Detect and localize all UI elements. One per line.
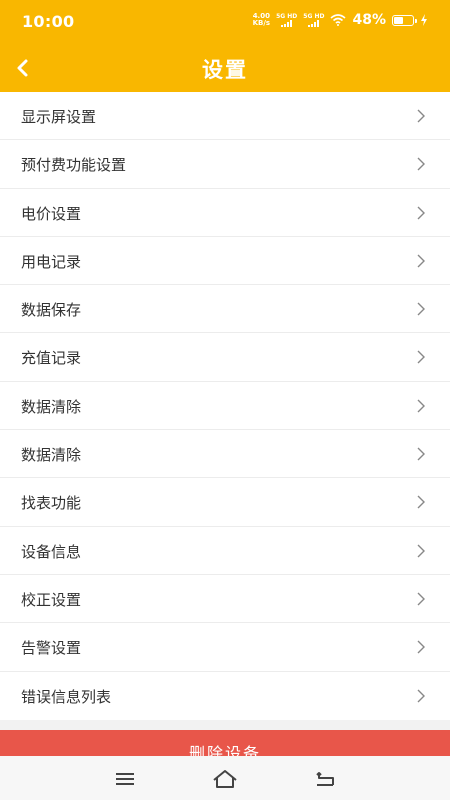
menu-button[interactable] (110, 766, 140, 792)
app-header: 设置 (0, 44, 450, 92)
settings-item-label: 找表功能 (21, 494, 82, 513)
settings-item-calibration[interactable]: 校正设置 (0, 575, 450, 624)
settings-item-display[interactable]: 显示屏设置 (0, 92, 450, 141)
system-nav-bar (0, 756, 450, 800)
settings-item-error-list[interactable]: 错误信息列表 (0, 672, 450, 720)
chevron-right-icon (417, 495, 425, 509)
home-button[interactable] (210, 766, 240, 792)
home-icon (213, 770, 237, 788)
settings-item-price[interactable]: 电价设置 (0, 189, 450, 237)
battery-icon (392, 14, 417, 26)
chevron-right-icon (417, 544, 425, 558)
settings-list: 显示屏设置 预付费功能设置 电价设置 用电记录 数据保存 充值记录 数据清除 数… (0, 92, 450, 720)
settings-item-label: 预付费功能设置 (21, 156, 127, 175)
chevron-right-icon (417, 350, 425, 364)
status-time: 10:00 (22, 12, 75, 31)
settings-item-label: 数据清除 (21, 397, 82, 416)
page-title: 设置 (202, 58, 248, 82)
settings-item-prepaid[interactable]: 预付费功能设置 (0, 140, 450, 189)
settings-item-usage-record[interactable]: 用电记录 (0, 237, 450, 286)
settings-item-label: 告警设置 (21, 639, 82, 658)
menu-icon (116, 773, 134, 785)
chevron-right-icon (417, 206, 425, 220)
chevron-right-icon (417, 592, 425, 606)
settings-item-label: 数据清除 (21, 446, 82, 465)
settings-item-label: 设备信息 (21, 542, 82, 561)
chevron-right-icon (417, 109, 425, 123)
net-speed-unit: KB/s (252, 19, 271, 27)
back-nav-button[interactable] (310, 766, 340, 792)
sim1-label: 5G HD (276, 13, 298, 20)
settings-item-find-meter[interactable]: 找表功能 (0, 478, 450, 527)
settings-item-label: 显示屏设置 (21, 108, 97, 126)
sim2-label: 5G HD (303, 13, 325, 20)
settings-item-alarm[interactable]: 告警设置 (0, 623, 450, 672)
wifi-icon (330, 14, 347, 26)
settings-item-label: 数据保存 (21, 301, 82, 320)
chevron-right-icon (417, 254, 425, 268)
settings-item-recharge-record[interactable]: 充值记录 (0, 333, 450, 382)
settings-item-label: 用电记录 (21, 252, 82, 271)
net-speed: 4.00 KB/s (253, 13, 270, 27)
sim2-signal-icon: 5G HD (303, 13, 324, 27)
back-arrow-icon (316, 772, 334, 786)
settings-item-data-clear-2[interactable]: 数据清除 (0, 430, 450, 479)
settings-item-data-clear[interactable]: 数据清除 (0, 382, 450, 431)
sim1-signal-icon: 5G HD (276, 13, 297, 27)
chevron-right-icon (417, 399, 425, 413)
chevron-right-icon (417, 157, 425, 171)
chevron-right-icon (417, 689, 425, 703)
chevron-right-icon (417, 640, 425, 654)
chevron-right-icon (417, 302, 425, 316)
settings-item-data-save[interactable]: 数据保存 (0, 285, 450, 334)
charging-icon (421, 14, 427, 26)
settings-item-device-info[interactable]: 设备信息 (0, 527, 450, 575)
settings-item-label: 校正设置 (21, 590, 82, 609)
settings-item-label: 充值记录 (21, 349, 82, 368)
status-bar: 10:00 4.00 KB/s 5G HD 5G HD 48% (0, 0, 450, 44)
chevron-right-icon (417, 447, 425, 461)
battery-percent: 48% (352, 12, 386, 28)
settings-item-label: 电价设置 (21, 204, 82, 223)
status-indicators: 4.00 KB/s 5G HD 5G HD 48% (253, 12, 428, 28)
settings-item-label: 错误信息列表 (21, 687, 112, 706)
